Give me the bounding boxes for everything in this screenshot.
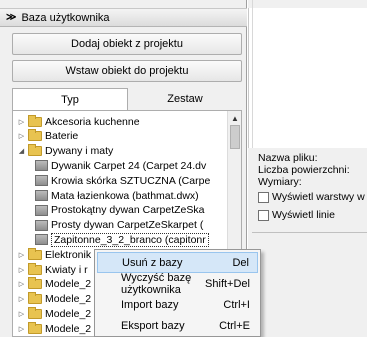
menu-item-clear-database[interactable]: Wyczyść bazę użytkownika Shift+Del bbox=[97, 271, 258, 296]
menu-item-export[interactable]: Eksport bazy Ctrl+E bbox=[97, 315, 258, 336]
tree-row-label: Modele_2 bbox=[45, 293, 92, 306]
preview-area bbox=[248, 8, 367, 148]
tree-folder-row[interactable]: ◢ Dywany i maty bbox=[17, 144, 113, 159]
tree-folder-row[interactable]: ▷ Baterie bbox=[17, 129, 78, 144]
menu-item-shortcut: Del bbox=[232, 256, 249, 269]
object-item-icon bbox=[35, 175, 48, 187]
tree-item-row[interactable]: Krowia skórka SZTUCZNA (Carpe bbox=[35, 173, 210, 188]
tree-folder-row[interactable]: ▷ Akcesoria kuchenne bbox=[17, 114, 140, 129]
surface-count-label: Liczba powierzchni: bbox=[258, 164, 350, 176]
collapsed-arrow-icon[interactable]: ▷ bbox=[17, 280, 26, 288]
tree-item-row[interactable]: Zapitonne_3_2_branco (capitonr bbox=[35, 232, 209, 247]
tree-row-label: Zapitonne_3_2_branco (capitonr bbox=[51, 232, 209, 247]
checkbox-icon[interactable] bbox=[258, 209, 269, 221]
tree-row-label: Kwiaty i r bbox=[45, 263, 88, 276]
tree-row-label: Elektronik bbox=[45, 248, 92, 261]
collapsed-arrow-icon[interactable]: ▷ bbox=[17, 118, 26, 126]
tree-row-label: Modele_2 bbox=[45, 307, 92, 320]
collapsed-arrow-icon[interactable]: ▷ bbox=[17, 132, 26, 140]
tree-row-label: Modele_2 bbox=[45, 278, 92, 291]
folder-icon bbox=[28, 129, 42, 142]
properties-list: Nazwa pliku: Liczba powierzchni: Wymiary… bbox=[258, 152, 367, 221]
tree-item-row[interactable]: Mata łazienkowa (bathmat.dwx) bbox=[35, 188, 199, 203]
tree-row-label: Akcesoria kuchenne bbox=[45, 115, 140, 128]
menu-item-shortcut: Ctrl+I bbox=[223, 298, 250, 311]
menu-item-shortcut: Ctrl+E bbox=[219, 319, 250, 332]
tree-item-row[interactable]: Dywanik Carpet 24 (Carpet 24.dv bbox=[35, 158, 206, 173]
expanded-arrow-icon[interactable]: ◢ bbox=[17, 147, 26, 155]
tree-row-label: Dywany i maty bbox=[45, 145, 114, 158]
tab-bar: Typ Zestaw bbox=[12, 88, 242, 110]
panel-title: Baza użytkownika bbox=[21, 11, 110, 24]
checkbox-icon[interactable] bbox=[258, 191, 269, 203]
context-menu: Usuń z bazy Del Wyczyść bazę użytkownika… bbox=[94, 249, 261, 337]
show-layers-label: Wyświetl warstwy w bbox=[272, 191, 365, 203]
menu-item-import[interactable]: Import bazy Ctrl+I bbox=[97, 294, 258, 315]
show-lines-checkbox[interactable]: Wyświetl linie bbox=[258, 209, 367, 221]
collapse-chevron-icon[interactable]: ≫ bbox=[6, 12, 16, 23]
folder-icon bbox=[28, 262, 42, 275]
panel-header[interactable]: ≫ Baza użytkownika bbox=[0, 8, 247, 27]
menu-item-shortcut: Shift+Del bbox=[205, 277, 250, 290]
tree-row-label: Prostokątny dywan CarpetZeSka bbox=[51, 204, 205, 217]
collapsed-arrow-icon[interactable]: ▷ bbox=[17, 310, 26, 318]
tree-folder-row[interactable]: ▷ Modele_2 bbox=[17, 292, 91, 307]
insert-into-project-button[interactable]: Wstaw obiekt do projektu bbox=[12, 60, 242, 82]
object-item-icon bbox=[35, 160, 48, 172]
tree-row-label: Krowia skórka SZTUCZNA (Carpe bbox=[51, 174, 211, 187]
tree-folder-row[interactable]: ▷ Elektronik bbox=[17, 247, 91, 262]
folder-icon bbox=[28, 292, 42, 305]
object-item-icon bbox=[35, 219, 48, 231]
menu-item-label: Eksport bazy bbox=[121, 319, 185, 332]
panel-divider bbox=[252, 0, 253, 148]
tree-folder-row[interactable]: ▷ Modele_2 bbox=[17, 277, 91, 292]
show-layers-checkbox[interactable]: Wyświetl warstwy w bbox=[258, 191, 367, 203]
tree-row-label: Prosty dywan CarpetZeSkarpet ( bbox=[51, 219, 204, 232]
collapsed-arrow-icon[interactable]: ▷ bbox=[17, 325, 26, 333]
properties-panel: Nazwa pliku: Liczba powierzchni: Wymiary… bbox=[248, 0, 367, 337]
show-lines-label: Wyświetl linie bbox=[272, 209, 335, 221]
object-item-icon bbox=[35, 190, 48, 201]
scroll-up-icon[interactable]: ▲ bbox=[228, 111, 241, 125]
collapsed-arrow-icon[interactable]: ▷ bbox=[17, 251, 26, 259]
collapsed-arrow-icon[interactable]: ▷ bbox=[17, 295, 26, 303]
add-from-project-button[interactable]: Dodaj obiekt z projektu bbox=[12, 33, 242, 55]
folder-icon bbox=[28, 277, 42, 290]
tree-item-row[interactable]: Prostokątny dywan CarpetZeSka bbox=[35, 203, 205, 218]
separator bbox=[252, 232, 367, 236]
tree-row-label: Modele_2 bbox=[45, 322, 92, 335]
tree-item-row[interactable]: Prosty dywan CarpetZeSkarpet ( bbox=[35, 218, 203, 233]
tree-row-label: Mata łazienkowa (bathmat.dwx) bbox=[51, 189, 199, 202]
menu-item-label: Usuń z bazy bbox=[122, 256, 183, 269]
tree-folder-row[interactable]: ▷ Kwiaty i r bbox=[17, 262, 88, 277]
folder-icon bbox=[28, 247, 42, 260]
tab-set[interactable]: Zestaw bbox=[128, 88, 242, 110]
dimensions-label: Wymiary: bbox=[258, 176, 302, 188]
folder-icon bbox=[28, 306, 42, 319]
app-window: ≫ Baza użytkownika Dodaj obiekt z projek… bbox=[0, 0, 367, 337]
tree-folder-row[interactable]: ▷ Modele_2 bbox=[17, 321, 91, 336]
menu-item-label: Import bazy bbox=[121, 298, 179, 311]
tree-row-label: Baterie bbox=[45, 130, 79, 143]
object-item-icon bbox=[35, 204, 48, 216]
object-item-icon bbox=[35, 234, 48, 246]
folder-icon bbox=[28, 321, 42, 334]
tab-type[interactable]: Typ bbox=[12, 88, 128, 110]
file-name-label: Nazwa pliku: bbox=[258, 152, 318, 164]
tree-folder-row[interactable]: ▷ Modele_2 bbox=[17, 306, 91, 321]
scroll-thumb[interactable] bbox=[230, 125, 240, 149]
folder-icon bbox=[28, 114, 42, 127]
menu-item-remove[interactable]: Usuń z bazy Del bbox=[97, 252, 258, 273]
folder-icon bbox=[28, 144, 42, 157]
menu-item-label: Wyczyść bazę użytkownika bbox=[121, 271, 192, 296]
tree-row-label: Dywanik Carpet 24 (Carpet 24.dv bbox=[51, 159, 207, 172]
collapsed-arrow-icon[interactable]: ▷ bbox=[17, 266, 26, 274]
